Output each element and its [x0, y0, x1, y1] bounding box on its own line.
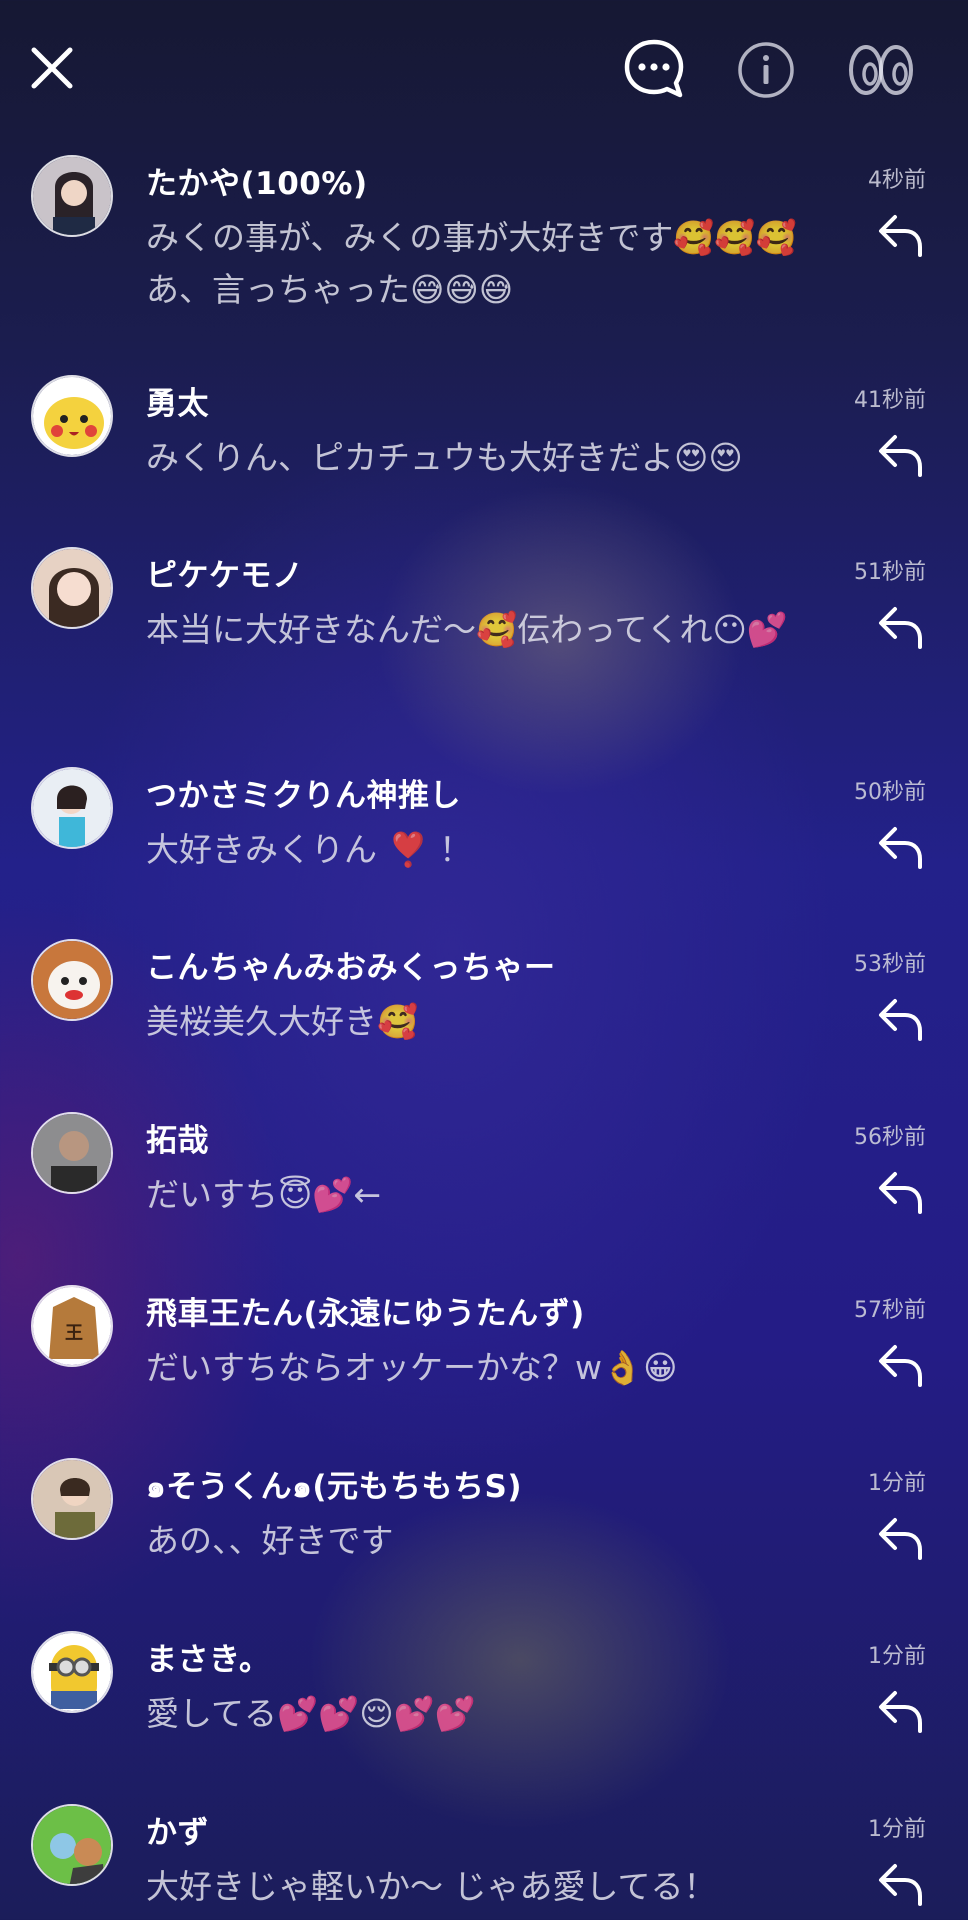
reply-icon [879, 1345, 922, 1387]
comment-text: みくの事が、みくの事が大好きです🥰🥰🥰 あ、言っちゃった😅😅😅 [146, 218, 797, 309]
timestamp: 57秒前 [854, 1298, 926, 1323]
reply-icon [879, 827, 922, 869]
comment-text: あの、、好きです [146, 1521, 394, 1560]
username[interactable]: まさき。 [146, 1634, 270, 1679]
reply-icon [879, 435, 922, 477]
comment-item: 勇太 41秒前 みくりん、ピカチュウも大好きだよ😍😍 [0, 370, 968, 542]
reply-icon [879, 1864, 922, 1906]
reply-button[interactable] [872, 1511, 928, 1567]
timestamp: 51秒前 [854, 560, 926, 585]
timestamp: 56秒前 [854, 1125, 926, 1150]
close-button[interactable] [22, 38, 82, 98]
username[interactable]: 勇太 [146, 378, 209, 423]
avatar[interactable] [31, 1631, 113, 1713]
timestamp: 1分前 [868, 1471, 926, 1496]
chat-bubble-icon [624, 39, 684, 98]
comment-item: かず 1分前 大好きじゃ軽いか〜 じゃあ愛してる！ [0, 1799, 968, 1920]
comment-text: 美桜美久大好き🥰 [146, 1002, 419, 1041]
timestamp: 41秒前 [854, 388, 926, 413]
info-button[interactable] [736, 40, 796, 100]
close-icon [31, 47, 73, 89]
reply-icon [879, 999, 922, 1041]
avatar[interactable] [31, 1112, 113, 1194]
comment-item: 王 飛車王たん(永遠にゆうたんず) 57秒前 だいすちならオッケーかな？w👌😀 [0, 1280, 968, 1453]
username[interactable]: かず [146, 1807, 209, 1852]
timestamp: 50秒前 [854, 780, 926, 805]
comment-text: 大好きみくりん ❣️ ！ [146, 830, 473, 869]
avatar[interactable] [31, 939, 113, 1021]
avatar[interactable] [31, 1458, 113, 1540]
comment-item: 拓哉 56秒前 だいすち😇💕← [0, 1107, 968, 1280]
username[interactable]: ピケケモノ [146, 550, 304, 595]
username[interactable]: こんちゃんみおみくっちゃー [146, 942, 556, 987]
comment-text: 愛してる💕💕😌💕💕 [146, 1694, 476, 1733]
reply-button[interactable] [872, 1165, 928, 1221]
reply-icon [879, 1691, 922, 1733]
eyes-icon [849, 45, 913, 95]
username[interactable]: つかさミクりん神推し [146, 770, 461, 815]
comment-text: みくりん、ピカチュウも大好きだよ😍😍 [146, 438, 743, 477]
username[interactable]: 拓哉 [146, 1115, 209, 1160]
reply-icon [879, 607, 922, 649]
username[interactable]: ๑そうくん๑(元もちもちS) [146, 1461, 522, 1511]
avatar[interactable]: 王 [31, 1285, 113, 1367]
comment-item: ๑そうくん๑(元もちもちS) 1分前 あの、、好きです [0, 1453, 968, 1626]
comment-text: だいすち😇💕← [146, 1175, 382, 1214]
viewers-button[interactable] [846, 40, 916, 100]
reply-icon [879, 1172, 922, 1214]
reply-button[interactable] [872, 208, 928, 264]
comment-text: だいすちならオッケーかな？w👌😀 [146, 1348, 678, 1387]
reply-button[interactable] [872, 600, 928, 656]
comment-text: 大好きじゃ軽いか〜 じゃあ愛してる！ [146, 1867, 717, 1906]
avatar[interactable] [31, 1804, 113, 1886]
reply-button[interactable] [872, 1338, 928, 1394]
comment-item: こんちゃんみおみくっちゃー 53秒前 美桜美久大好き🥰 [0, 934, 968, 1107]
reply-icon [879, 215, 922, 257]
comment-item: ピケケモノ 51秒前 本当に大好きなんだ〜🥰伝わってくれ😶💕 [0, 542, 968, 762]
avatar[interactable] [31, 767, 113, 849]
reply-button[interactable] [872, 1684, 928, 1740]
username[interactable]: 飛車王たん(永遠にゆうたんず) [146, 1288, 585, 1333]
info-icon [738, 42, 794, 98]
timestamp: 53秒前 [854, 952, 926, 977]
timestamp: 1分前 [868, 1644, 926, 1669]
comment-list: たかや(100%) 4秒前 みくの事が、みくの事が大好きです🥰🥰🥰 あ、言っちゃ… [0, 150, 968, 1920]
reply-icon [879, 1518, 922, 1560]
comment-text: 本当に大好きなんだ〜🥰伝わってくれ😶💕 [146, 610, 788, 649]
chat-button[interactable] [622, 37, 686, 101]
reply-button[interactable] [872, 820, 928, 876]
avatar[interactable] [31, 547, 113, 629]
svg-text:王: 王 [65, 1323, 83, 1344]
reply-button[interactable] [872, 1857, 928, 1913]
timestamp: 1分前 [868, 1817, 926, 1842]
reply-button[interactable] [872, 428, 928, 484]
reply-button[interactable] [872, 992, 928, 1048]
avatar[interactable] [31, 375, 113, 457]
avatar[interactable] [31, 155, 113, 237]
top-bar [0, 0, 968, 140]
comment-item: つかさミクりん神推し 50秒前 大好きみくりん ❣️ ！ [0, 762, 968, 934]
comment-item: たかや(100%) 4秒前 みくの事が、みくの事が大好きです🥰🥰🥰 あ、言っちゃ… [0, 150, 968, 370]
timestamp: 4秒前 [868, 168, 926, 193]
username[interactable]: たかや(100%) [146, 158, 368, 203]
comment-item: まさき。 1分前 愛してる💕💕😌💕💕 [0, 1626, 968, 1799]
